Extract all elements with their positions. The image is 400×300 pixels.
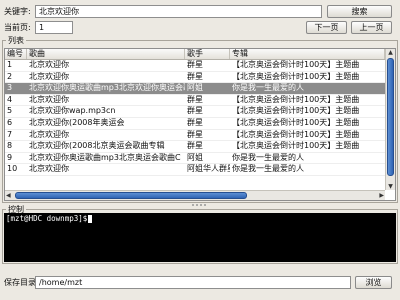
- table-cell: 你是我一生最爱的人: [232, 152, 304, 162]
- table-cell: 阿姐: [187, 152, 203, 162]
- table-cell: 7: [7, 129, 13, 139]
- scroll-down-icon[interactable]: ▼: [386, 183, 395, 190]
- table-cell: 群星: [187, 117, 203, 127]
- keyword-label: 关键字:: [4, 7, 31, 16]
- table-cell: 9: [7, 152, 13, 162]
- list-group-title: 列表: [6, 36, 26, 46]
- column-header-number[interactable]: 编号: [5, 49, 27, 59]
- table-cell: 1: [7, 60, 13, 69]
- table-header: 编号 歌曲 歌手 专辑: [5, 49, 385, 60]
- table-cell: 北京欢迎你: [29, 164, 69, 174]
- table-row[interactable]: 10 北京欢迎你 阿姐华人群星你是我一生最爱的人: [5, 164, 385, 176]
- page-label: 当前页:: [4, 23, 31, 32]
- table-cell: 群星: [187, 141, 203, 151]
- table-cell: 【北京奥运会倒计时100天】主题曲: [232, 60, 360, 69]
- table-cell: 【北京奥运会倒计时100天】主题曲: [232, 141, 360, 151]
- table-cell: 【北京奥运会倒计时100天】主题曲: [232, 94, 360, 104]
- table-cell: 10: [7, 164, 18, 174]
- table-row[interactable]: 5 北京欢迎你wap.mp3cn 群星 【北京奥运会倒计时100天】主题曲: [5, 106, 385, 118]
- column-header-album[interactable]: 专辑: [230, 49, 385, 59]
- table-cell: 【北京奥运会倒计时100天】主题曲: [232, 129, 360, 139]
- table-cell: 【北京奥运会倒计时100天】主题曲: [232, 117, 360, 127]
- table-cell: 3: [7, 83, 13, 93]
- table-body: 1 北京欢迎你 群星 【北京奥运会倒计时100天】主题曲 2 北京欢迎你 群星 【北京奥运会倒…: [5, 60, 385, 176]
- table-cell: 北京欢迎你: [29, 94, 69, 104]
- horizontal-scroll-thumb[interactable]: [15, 192, 247, 199]
- table-cell: 群星: [187, 71, 203, 81]
- save-dir-input[interactable]: /home/mzt: [35, 276, 351, 289]
- terminal-prompt: [mzt@HDC downmp3]$: [6, 214, 88, 223]
- table-cell: 阿姐华人群星: [187, 164, 230, 174]
- scroll-left-icon[interactable]: ◀: [6, 192, 11, 199]
- table-cell: 阿姐: [187, 83, 203, 93]
- table-row[interactable]: 9 北京欢迎你奥运歌曲mp3北京奥运会歌曲C 阿姐 你是我一生最爱的人: [5, 153, 385, 165]
- table-row[interactable]: 6 北京欢迎你(2008年奥运会 群星 【北京奥运会倒计时100天】主题曲: [5, 118, 385, 130]
- splitter-handle[interactable]: [192, 204, 206, 206]
- table-cell: 【北京奥运会倒计时100天】主题曲: [232, 106, 360, 116]
- table-cell: 【北京奥运会倒计时100天】主题曲: [232, 71, 360, 81]
- next-page-button[interactable]: 下一页: [306, 21, 347, 34]
- vertical-scroll-thumb[interactable]: [387, 58, 394, 176]
- table-cell: 北京欢迎你: [29, 60, 69, 69]
- page-input[interactable]: 1: [35, 21, 73, 34]
- table-cell: 你是我一生最爱的人: [232, 83, 304, 93]
- table-row[interactable]: 1 北京欢迎你 群星 【北京奥运会倒计时100天】主题曲: [5, 60, 385, 72]
- table-cell: 北京欢迎你奥运歌曲mp3北京奥运会歌曲C: [29, 152, 181, 162]
- prev-page-button[interactable]: 上一页: [351, 21, 392, 34]
- table-cell: 6: [7, 117, 13, 127]
- table-cell: 北京欢迎你(2008年奥运会: [29, 117, 125, 127]
- vertical-scrollbar[interactable]: ▲ ▼: [385, 49, 395, 190]
- song-table: 编号 歌曲 歌手 专辑 1 北京欢迎你 群星 【北京奥运会倒计时100天】主题曲 2 北京…: [4, 48, 396, 201]
- scroll-up-icon[interactable]: ▲: [386, 49, 395, 56]
- table-cell: 8: [7, 141, 13, 151]
- search-button[interactable]: 搜索: [327, 5, 392, 18]
- table-cell: 北京欢迎你(2008北京奥运会歌曲专辑: [29, 141, 165, 151]
- table-cell: 北京欢迎你wap.mp3cn: [29, 106, 116, 116]
- table-row[interactable]: 7 北京欢迎你 群星 【北京奥运会倒计时100天】主题曲: [5, 130, 385, 142]
- table-row[interactable]: 8 北京欢迎你(2008北京奥运会歌曲专辑 群星 【北京奥运会倒计时100天】主题曲: [5, 141, 385, 153]
- table-cell: 群星: [187, 94, 203, 104]
- table-cell: 2: [7, 71, 13, 81]
- terminal-output[interactable]: [mzt@HDC downmp3]$: [4, 213, 396, 262]
- horizontal-scrollbar[interactable]: ◀ ▶: [5, 190, 385, 200]
- column-header-singer[interactable]: 歌手: [185, 49, 230, 59]
- column-header-song[interactable]: 歌曲: [27, 49, 185, 59]
- table-cell: 北京欢迎你: [29, 71, 69, 81]
- browse-button[interactable]: 浏览: [355, 276, 392, 289]
- table-cell: 你是我一生最爱的人: [232, 164, 304, 174]
- table-cell: 北京欢迎你: [29, 129, 69, 139]
- table-cell: 5: [7, 106, 13, 116]
- table-row[interactable]: 4 北京欢迎你 群星 【北京奥运会倒计时100天】主题曲: [5, 95, 385, 107]
- terminal-cursor: [88, 215, 93, 223]
- table-cell: 4: [7, 94, 13, 104]
- table-cell: 群星: [187, 60, 203, 69]
- table-row[interactable]: 3 北京欢迎你奥运歌曲mp3北京欢迎你奥运会歌曲一级棒阿姐 你是我一生最爱的人: [5, 83, 385, 95]
- scroll-right-icon[interactable]: ▶: [379, 192, 384, 199]
- table-row[interactable]: 2 北京欢迎你 群星 【北京奥运会倒计时100天】主题曲: [5, 72, 385, 84]
- table-cell: 群星: [187, 129, 203, 139]
- table-cell: 北京欢迎你奥运歌曲mp3北京欢迎你奥运会歌曲一级棒: [29, 83, 185, 93]
- save-dir-label: 保存目录:: [4, 278, 39, 287]
- table-cell: 群星: [187, 106, 203, 116]
- keyword-input[interactable]: 北京欢迎你: [35, 5, 322, 18]
